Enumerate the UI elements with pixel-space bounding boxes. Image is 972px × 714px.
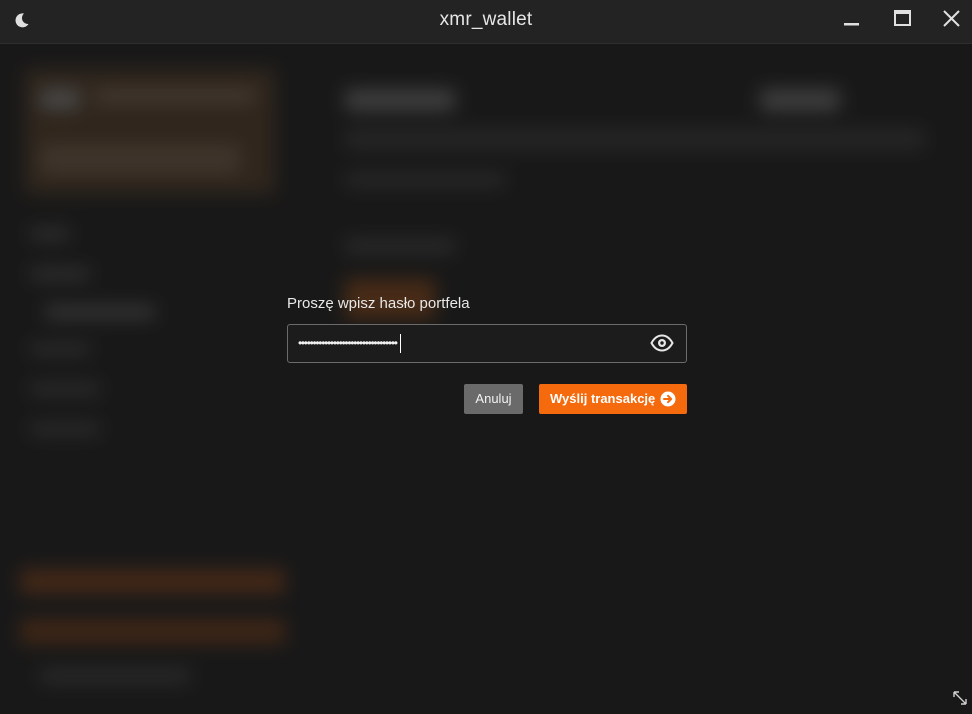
send-transaction-label: Wyślij transakcję — [550, 391, 656, 406]
arrow-right-circle-icon — [660, 391, 676, 407]
password-mask: •••••••••••••••••••••••••••••••••• — [298, 336, 398, 350]
eye-icon[interactable] — [650, 333, 674, 353]
app-window: xmr_wallet Proszę wpisz hasło portfela •… — [0, 0, 972, 714]
minimize-button[interactable] — [834, 6, 868, 36]
minimize-icon — [844, 23, 859, 26]
password-value: •••••••••••••••••••••••••••••••••• — [298, 334, 401, 354]
password-prompt: Proszę wpisz hasło portfela — [287, 295, 470, 312]
close-icon — [943, 10, 960, 27]
text-caret — [399, 334, 401, 354]
close-button[interactable] — [935, 6, 969, 36]
window-title: xmr_wallet — [439, 9, 533, 30]
resize-diagonal-icon[interactable] — [952, 690, 968, 706]
cancel-button[interactable]: Anuluj — [464, 384, 523, 414]
password-input[interactable]: •••••••••••••••••••••••••••••••••• — [287, 324, 687, 363]
password-dialog: Proszę wpisz hasło portfela ••••••••••••… — [287, 292, 687, 416]
maximize-icon — [894, 10, 911, 26]
maximize-button[interactable] — [885, 6, 919, 36]
title-bar: xmr_wallet — [0, 0, 972, 44]
send-transaction-button[interactable]: Wyślij transakcję — [539, 384, 687, 414]
